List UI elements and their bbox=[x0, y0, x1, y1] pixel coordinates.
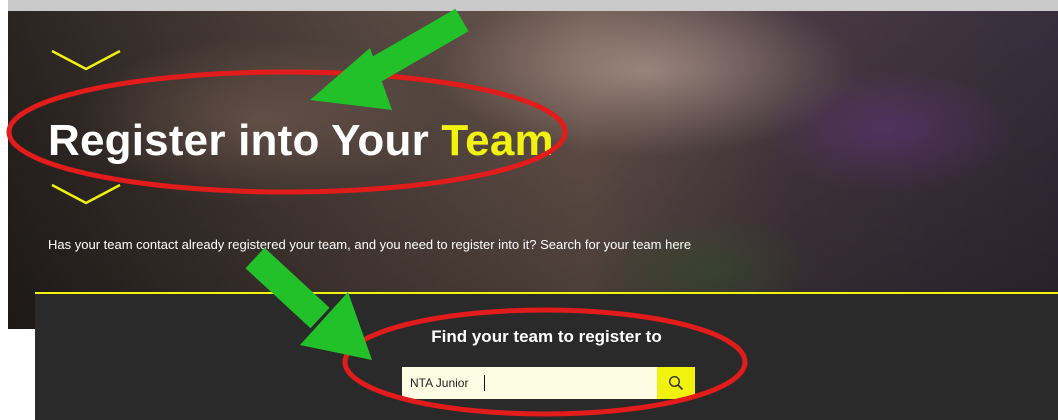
page: Register into Your Team Has your team co… bbox=[0, 0, 1058, 420]
chevron-down-icon bbox=[51, 49, 121, 71]
search-icon bbox=[668, 375, 684, 391]
search-button[interactable] bbox=[657, 367, 695, 399]
team-search-box bbox=[402, 367, 695, 399]
page-title: Register into Your Team bbox=[48, 116, 554, 166]
text-cursor bbox=[484, 375, 485, 391]
title-accent: Team bbox=[441, 116, 554, 165]
title-main: Register into Your bbox=[48, 116, 442, 165]
browser-top-strip bbox=[8, 0, 1058, 11]
left-margin bbox=[0, 0, 8, 418]
team-search-input[interactable] bbox=[402, 367, 657, 399]
hero-subtitle: Has your team contact already registered… bbox=[48, 237, 692, 252]
hero-banner: Register into Your Team Has your team co… bbox=[8, 11, 1058, 329]
chevron-down-icon bbox=[51, 183, 121, 205]
hero-image-overlay bbox=[8, 11, 1058, 329]
find-team-heading: Find your team to register to bbox=[431, 327, 662, 346]
find-team-panel: Find your team to register to bbox=[35, 292, 1058, 420]
